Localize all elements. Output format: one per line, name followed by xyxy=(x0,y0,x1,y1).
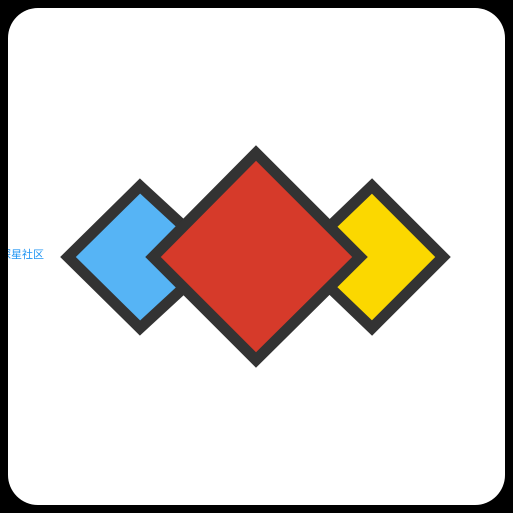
app-logo xyxy=(60,145,451,368)
app-icon-tile[interactable]: 探星社区 xyxy=(8,8,505,505)
red-diamond-shape xyxy=(145,145,368,368)
app-name-label: 探星社区 xyxy=(8,248,44,261)
